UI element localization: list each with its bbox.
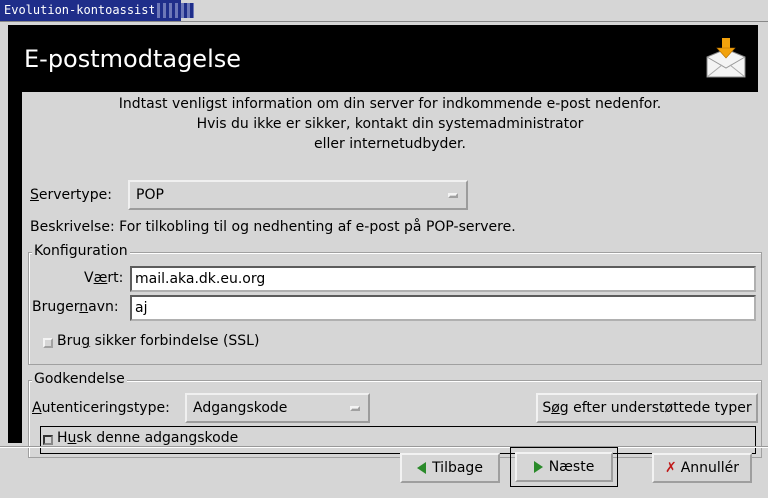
cancel-button[interactable]: ✗ Annullér (652, 453, 752, 483)
cancel-x-icon: ✗ (664, 460, 677, 476)
description-text: Beskrivelse: For tilkobling til og nedhe… (30, 219, 516, 235)
auth-type-select[interactable]: Adgangskode (185, 393, 370, 423)
mail-download-icon (706, 38, 746, 78)
title-bar[interactable]: Evolution-kontoassistent (0, 0, 768, 22)
button-separator (0, 446, 768, 448)
intro-line-1: Indtast venligst information om din serv… (118, 96, 662, 112)
configuration-group-title: Konfiguration (32, 243, 130, 259)
next-button[interactable]: Næste (515, 452, 613, 482)
intro-line-3: eller internetudbyder. (314, 136, 466, 152)
ssl-label[interactable]: Brug sikker forbindelse (SSL) (57, 333, 259, 349)
page-content: Indtast venligst information om din serv… (22, 92, 762, 458)
servertype-select[interactable]: POP (128, 180, 468, 210)
search-supported-types-button[interactable]: Søg efter understøttede typer (536, 393, 758, 423)
back-arrow-icon (417, 462, 427, 474)
remember-password-checkbox[interactable] (43, 435, 53, 445)
wizard-window: Evolution-kontoassistent E-postmodtagels… (0, 0, 768, 498)
page-title: E-postmodtagelse (24, 45, 242, 73)
auth-type-value: Adgangskode (193, 400, 288, 416)
host-input[interactable]: mail.aka.dk.eu.org (130, 266, 756, 292)
ssl-checkbox[interactable] (43, 338, 53, 348)
host-label: Vært: (84, 270, 124, 286)
back-button[interactable]: Tilbage (400, 453, 500, 483)
servertype-value: POP (136, 187, 164, 203)
username-label: Brugernavn: (32, 299, 119, 315)
username-input[interactable]: aj (130, 295, 756, 321)
next-arrow-icon (533, 461, 543, 473)
title-bar-decoration (154, 3, 194, 18)
authentication-group-title: Godkendelse (32, 371, 127, 387)
intro-line-2: Hvis du ikke er sikker, kontakt din syst… (196, 116, 584, 132)
intro-text: Indtast venligst information om din serv… (22, 94, 758, 154)
auth-type-label: Autenticeringstype: (32, 400, 170, 416)
servertype-label: Servertype: (30, 187, 112, 203)
option-menu-indicator-icon (350, 406, 360, 411)
remember-password-label[interactable]: Husk denne adgangskode (57, 430, 238, 446)
option-menu-indicator-icon (448, 193, 458, 198)
druid-frame: E-postmodtagelse Indtast venligst inform… (8, 25, 762, 458)
